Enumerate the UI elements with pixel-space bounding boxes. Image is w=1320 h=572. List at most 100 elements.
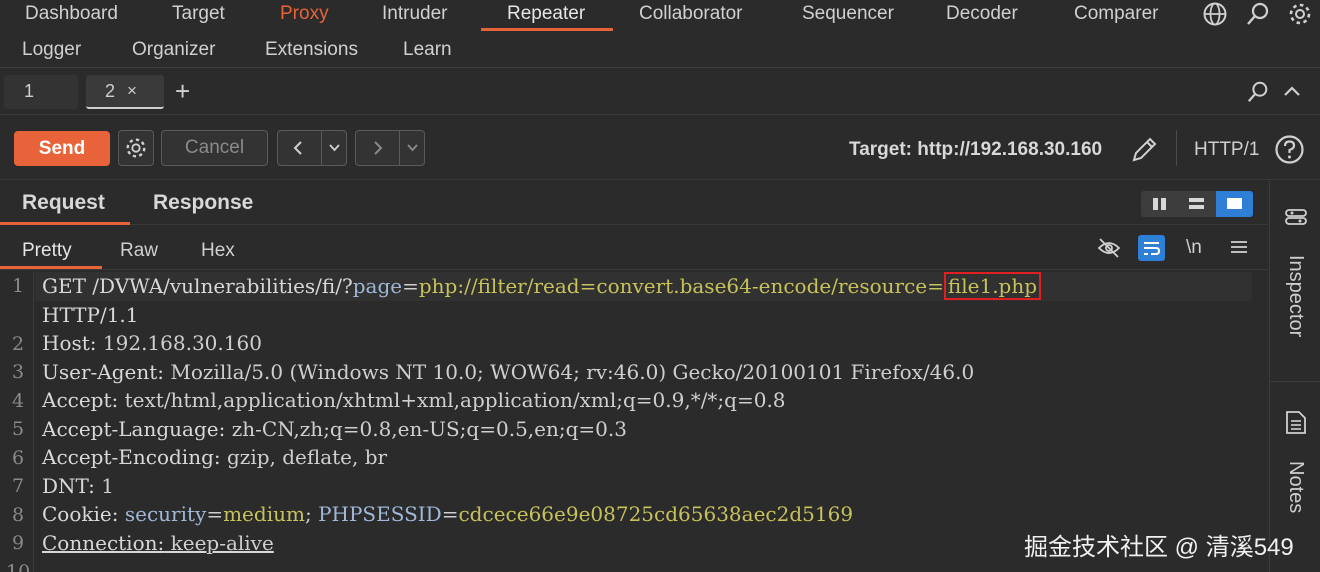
line-number: 2 [12,333,25,355]
notes-label[interactable]: Notes [1284,461,1307,513]
repeater-tabs: 1 2 × + [0,69,1320,115]
divider [1176,130,1177,166]
line-number: 9 [12,532,25,554]
layout-toggle [1141,191,1253,217]
right-sidebar: Inspector Notes [1269,181,1320,572]
nav-extensions[interactable]: Extensions [265,39,358,61]
close-icon[interactable]: × [127,81,137,101]
nav-repeater[interactable]: Repeater [507,3,585,25]
header-name: Accept-Encoding: [42,445,221,469]
request-line-cont: HTTP/1.1 [42,303,139,327]
nav-collaborator[interactable]: Collaborator [639,3,743,25]
chevron-down-icon[interactable] [328,143,341,153]
header-value: 1 [94,474,114,498]
newline-toggle[interactable]: \n [1186,237,1202,259]
globe-icon[interactable] [1202,1,1228,27]
layout-single-icon[interactable] [1216,191,1253,217]
subtab-raw[interactable]: Raw [120,240,158,262]
header-value: gzip, deflate, br [220,445,388,469]
cookie-line: Cookie: security=medium; PHPSESSID=cdcec… [42,502,854,526]
inspector-icon[interactable] [1284,207,1308,227]
layout-split-icon[interactable] [1141,191,1178,217]
tab-request[interactable]: Request [22,191,105,215]
nav-decoder[interactable]: Decoder [946,3,1018,25]
nav-intruder[interactable]: Intruder [382,3,447,25]
cancel-button[interactable]: Cancel [161,130,268,166]
cookie-value: cdcece66e9e08725cd65638aec2d5169 [458,502,854,526]
header-value: Mozilla/5.0 (Windows NT 10.0; WOW64; rv:… [164,360,975,384]
tab-label: 1 [24,81,35,101]
search-icon[interactable] [1246,80,1270,104]
param-key: page [352,274,403,298]
header-value: keep-alive [164,531,274,555]
header-line: Host: 192.168.30.160 [42,331,262,355]
highlighted-filename: file1.php [943,272,1042,300]
edit-pencil-icon[interactable] [1130,134,1160,164]
line-number: 5 [12,418,25,440]
nav-learn[interactable]: Learn [403,39,452,61]
divider [399,131,400,165]
header-line: DNT: 1 [42,474,114,498]
top-navigation: Dashboard Target Proxy Intruder Repeater… [0,0,1320,68]
back-button-group[interactable] [277,130,347,166]
chevron-down-icon[interactable] [406,143,419,153]
tab-response[interactable]: Response [153,191,253,215]
header-name: Connection: [42,531,165,555]
nav-proxy[interactable]: Proxy [280,3,329,25]
panel-tab-indicator [0,222,130,225]
line-number: 4 [12,390,25,412]
header-name: Accept-Language: [42,417,226,441]
line-number: 8 [12,504,25,526]
param-value: php://filter/read=convert.base64-encode/… [418,274,944,298]
method-path: GET /DVWA/vulnerabilities/fi/? [42,274,353,298]
target-label: Target: http://192.168.30.160 [849,139,1103,160]
forward-button-group[interactable] [355,130,425,166]
wrap-lines-toggle[interactable] [1138,235,1165,261]
chevron-left-icon[interactable] [290,140,306,156]
panel-header: Request Response [0,181,1268,225]
line-number: 1 [12,275,25,297]
http-version[interactable]: HTTP/1 [1194,139,1259,161]
view-mode-header: Pretty Raw Hex \n [0,226,1268,270]
gear-icon[interactable] [1287,1,1313,27]
header-name: Accept: [42,388,119,412]
header-name: Host: [42,331,97,355]
nav-dashboard[interactable]: Dashboard [25,3,118,25]
chevron-right-icon[interactable] [370,140,386,156]
hide-icon[interactable] [1097,237,1121,259]
nav-sequencer[interactable]: Sequencer [802,3,894,25]
gear-icon [126,138,146,158]
cookie-key: security [118,502,207,526]
chevron-up-icon[interactable] [1282,84,1302,98]
request-line: GET /DVWA/vulnerabilities/fi/?page=php:/… [42,272,1042,300]
divider [321,131,322,165]
nav-active-indicator [481,28,613,31]
subtab-hex[interactable]: Hex [201,240,235,262]
repeater-tab-2[interactable]: 2 × [86,75,164,109]
layout-stack-icon[interactable] [1178,191,1215,217]
settings-button[interactable] [118,130,154,166]
header-value: text/html,application/xhtml+xml,applicat… [118,388,786,412]
search-icon[interactable] [1245,1,1271,27]
help-icon[interactable] [1274,134,1305,165]
nav-comparer[interactable]: Comparer [1074,3,1158,25]
nav-organizer[interactable]: Organizer [132,39,215,61]
nav-target[interactable]: Target [172,3,225,25]
line-number: 6 [12,447,25,469]
nav-logger[interactable]: Logger [22,39,81,61]
line-gutter: 1 2 3 4 5 6 7 8 9 10 [0,271,34,572]
inspector-label[interactable]: Inspector [1284,255,1307,337]
header-name: DNT: [42,474,95,498]
send-button[interactable]: Send [14,131,110,166]
tab-label: 2 [105,81,116,101]
line-number: 7 [12,475,25,497]
line-number: 10 [6,561,31,572]
repeater-tab-1[interactable]: 1 [4,75,78,109]
add-tab-button[interactable]: + [175,76,190,107]
header-value: zh-CN,zh;q=0.8,en-US;q=0.5,en;q=0.3 [225,417,627,441]
header-name: Cookie: [42,502,119,526]
header-line: User-Agent: Mozilla/5.0 (Windows NT 10.0… [42,360,974,384]
subtab-pretty[interactable]: Pretty [22,240,72,262]
menu-icon[interactable] [1230,239,1248,255]
notes-icon[interactable] [1285,410,1307,435]
